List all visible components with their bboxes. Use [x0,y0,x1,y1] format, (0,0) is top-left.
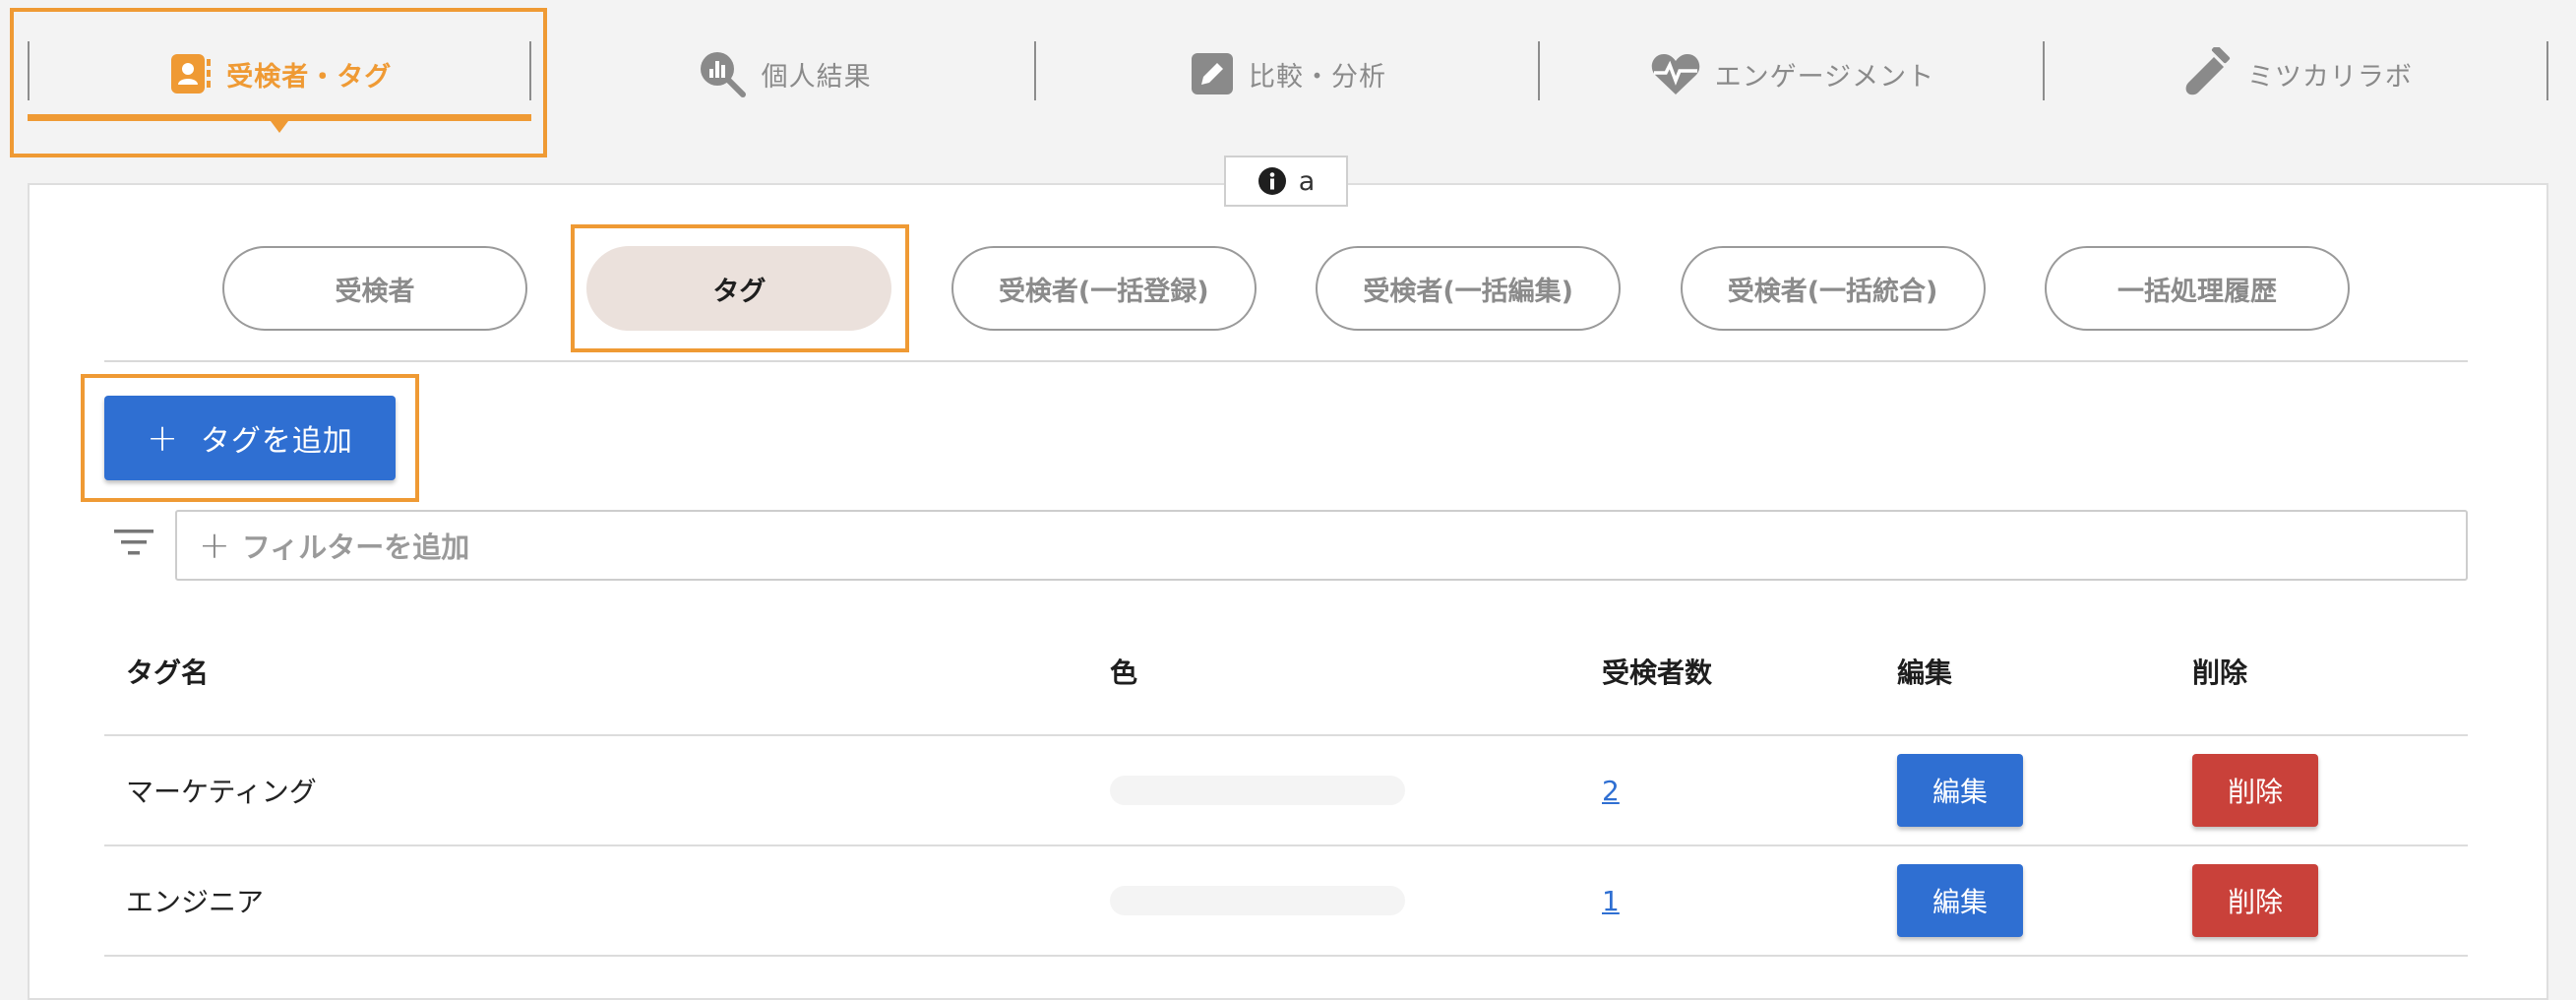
info-badge-text: a [1298,165,1316,197]
subtab-bulk-history[interactable]: 一括処理履歴 [2044,246,2350,331]
nav-tab-examinees-tags[interactable]: 受検者・タグ [28,0,532,148]
filter-placeholder: フィルターを追加 [241,531,470,564]
edit-cell: 編集 [1897,736,2023,844]
nav-separator [28,41,30,100]
nav-tab-mitsukari-lab[interactable]: ミツカリラボ [2045,0,2549,148]
contact-book-icon [167,51,213,96]
edit-cell: 編集 [1897,846,2023,955]
sub-tabs: 受検者 タグ 受検者(一括登録) 受検者(一括編集) 受検者(一括統合) 一括処… [222,246,2350,331]
filter-icon[interactable] [114,528,153,557]
header-color[interactable]: 色 [1110,608,1137,734]
nav-tab-individual-results[interactable]: 個人結果 [531,0,1036,148]
table-row: マーケティング 2 編集 削除 [104,736,2468,846]
nav-tab-label: ミツカリラボ [2246,61,2413,93]
tag-color-cell [1110,846,1405,955]
subtab-bulk-merge[interactable]: 受検者(一括統合) [1680,246,1986,331]
add-tag-button[interactable]: + タグを追加 [104,396,396,480]
header-delete: 削除 [2192,656,2248,689]
active-tab-underline [28,114,532,121]
header-tag-name[interactable]: タグ名 [126,608,209,734]
examinee-count-cell: 1 [1602,846,1620,955]
examinee-count-cell: 2 [1602,736,1620,844]
nav-tab-engagement[interactable]: エンゲージメント [1540,0,2045,148]
add-tag-label: タグを追加 [200,424,353,459]
subtab-bulk-edit[interactable]: 受検者(一括編集) [1316,246,1622,331]
edit-button[interactable]: 編集 [1897,864,2023,937]
nav-separator [2546,41,2549,100]
tag-name: エンジニア [126,886,265,918]
active-tab-caret [271,121,289,133]
delete-cell: 削除 [2192,846,2318,955]
tag-table: タグ名 色 受検者数 編集 削除 マーケティング 2 編集 削除 エンジニア 1… [104,608,2468,957]
table-header-row: タグ名 色 受検者数 編集 削除 [104,608,2468,736]
header-examinee-count[interactable]: 受検者数 [1602,608,1712,734]
edit-button[interactable]: 編集 [1897,754,2023,827]
plus-icon: + [199,524,230,567]
nav-tab-label: 比較・分析 [1249,61,1387,93]
pencil-square-icon [1190,51,1235,96]
chart-magnifier-icon [697,48,748,99]
info-icon [1257,166,1287,196]
tag-color-cell [1110,736,1405,844]
delete-cell: 削除 [2192,736,2318,844]
subtab-bulk-register[interactable]: 受検者(一括登録) [951,246,1257,331]
info-badge[interactable]: a [1224,156,1348,207]
delete-button[interactable]: 削除 [2192,864,2318,937]
delete-button[interactable]: 削除 [2192,754,2318,827]
test-tube-icon [2180,47,2234,100]
nav-tab-label: エンゲージメント [1714,61,1935,93]
main-navigation: 受検者・タグ 個人結果 比較・分析 エンゲージメント ミツカリラボ [28,0,2549,148]
examinee-count-link[interactable]: 2 [1602,775,1620,807]
filter-input[interactable]: + フィルターを追加 [175,510,2468,581]
tag-color-swatch [1110,776,1405,805]
heartbeat-icon [1650,51,1701,96]
header-edit: 編集 [1897,656,1953,689]
section-divider [104,360,2468,362]
nav-tab-comparison-analysis[interactable]: 比較・分析 [1036,0,1541,148]
table-row: エンジニア 1 編集 削除 [104,846,2468,957]
nav-tab-label: 受検者・タグ [226,61,393,93]
plus-icon: + [147,416,179,460]
nav-tab-label: 個人結果 [761,61,872,93]
tag-color-swatch [1110,886,1405,915]
subtab-examinees[interactable]: 受検者 [222,246,527,331]
tag-name: マーケティング [126,776,317,808]
examinee-count-link[interactable]: 1 [1602,885,1620,917]
subtab-tags[interactable]: タグ [586,246,892,331]
